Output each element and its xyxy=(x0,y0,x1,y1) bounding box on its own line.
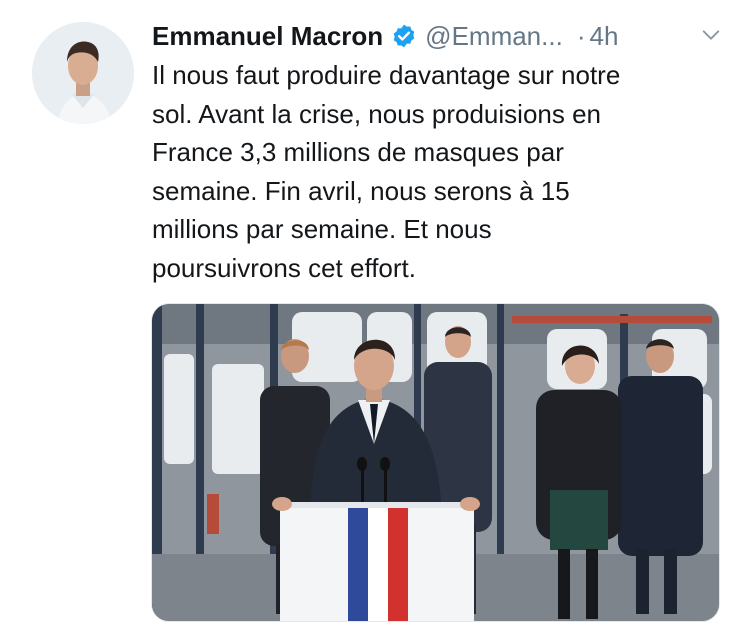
separator-dot: · xyxy=(576,20,586,51)
press-conference-photo xyxy=(152,304,719,621)
tweet-text: Il nous faut produire davantage sur notr… xyxy=(152,56,722,287)
verified-badge-icon xyxy=(393,24,415,48)
timestamp[interactable]: 4h xyxy=(590,21,619,52)
tweet-header: Emmanuel Macron @Emman... · 4h xyxy=(152,18,728,54)
tweet-text-line: sol. Avant la crise, nous produisions en xyxy=(152,98,602,129)
author-name[interactable]: Emmanuel Macron xyxy=(152,21,383,52)
author-handle[interactable]: @Emman... xyxy=(425,21,563,52)
avatar-image xyxy=(32,22,134,124)
tweet-text-line: semaine. Fin avril, nous serons à 15 xyxy=(152,175,570,206)
avatar[interactable] xyxy=(32,22,134,124)
tweet-text-line: poursuivrons cet effort. xyxy=(152,252,416,283)
tweet-text-line: millions par semaine. Et nous xyxy=(152,214,492,244)
tweet-text-line: France 3,3 millions de masques par xyxy=(152,137,564,167)
tweet-media-image[interactable] xyxy=(151,303,720,622)
tweet-text-line: Il nous faut produire davantage sur notr… xyxy=(152,60,621,90)
chevron-down-icon[interactable] xyxy=(700,24,722,46)
